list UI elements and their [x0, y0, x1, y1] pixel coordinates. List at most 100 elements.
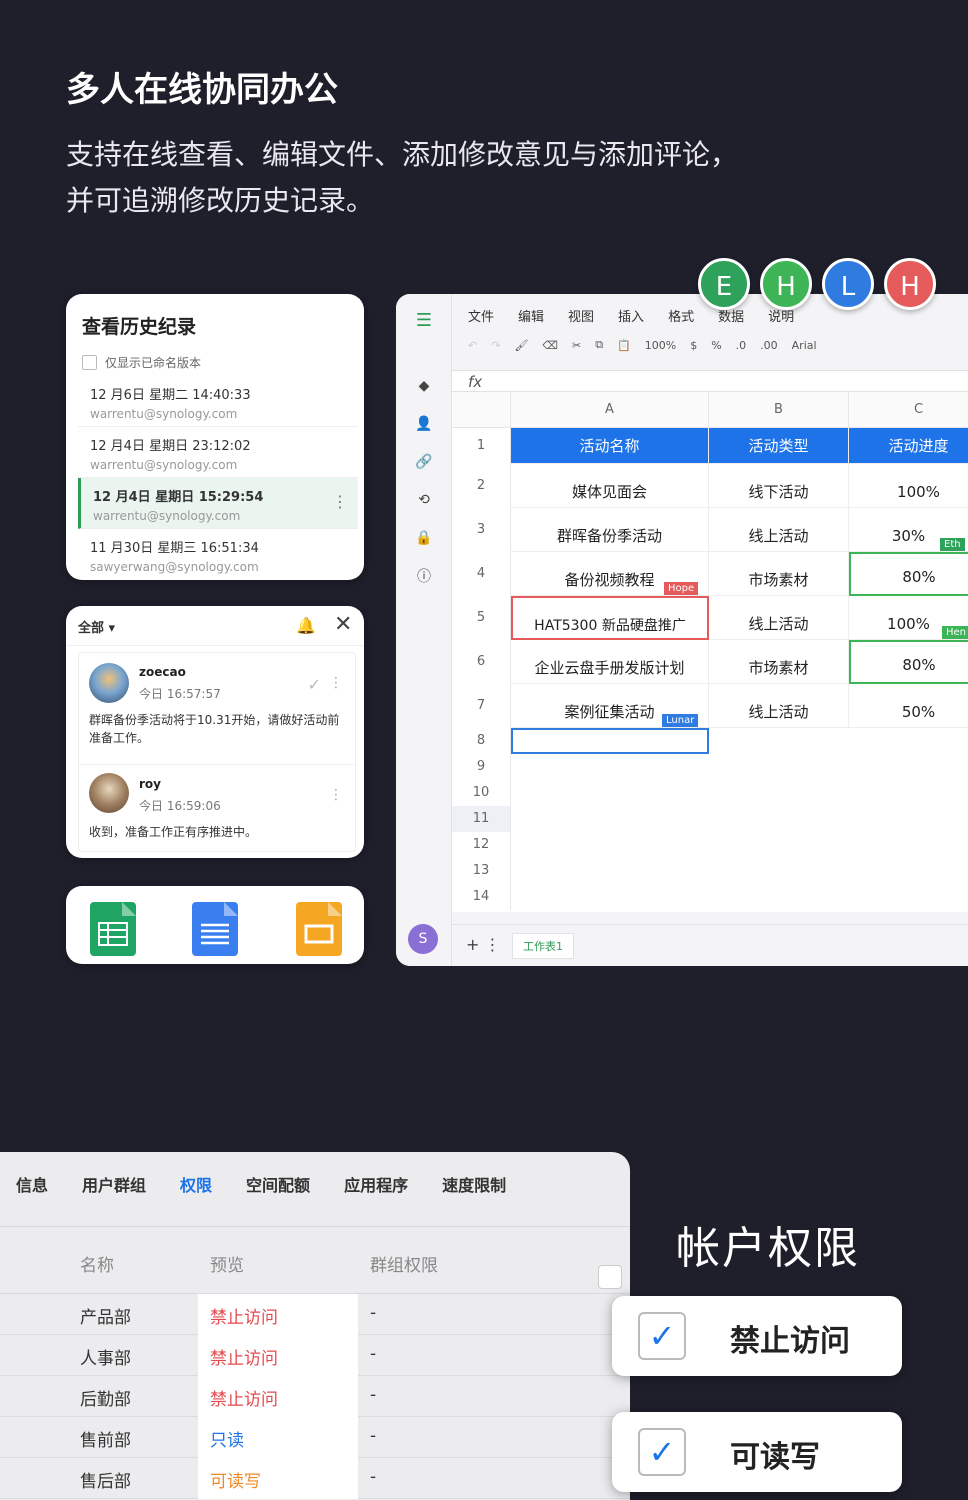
table-row[interactable]: 售后部 可读写 - [0, 1458, 630, 1499]
table-cell[interactable]: 线上活动 [709, 596, 849, 640]
menu-view[interactable]: 视图 [568, 306, 594, 325]
row-header[interactable]: 3 [452, 508, 511, 552]
row-header[interactable]: 14 [452, 884, 511, 910]
collaborator-avatar[interactable]: L [822, 258, 874, 310]
bell-icon[interactable]: 🔔 [296, 616, 316, 635]
formula-bar[interactable]: fx [452, 370, 968, 392]
tag-icon[interactable]: ◆ [414, 378, 434, 398]
history-icon[interactable]: ⟲ [414, 492, 434, 512]
table-cell[interactable]: 市场素材 [709, 640, 849, 684]
history-item-selected[interactable]: 12 月4日 星期日 15:29:54 warrentu@synology.co… [78, 478, 358, 529]
preview-permission[interactable]: 可读写 [198, 1458, 358, 1499]
table-cell[interactable]: 线上活动 [709, 508, 849, 552]
paint-format-icon[interactable]: 🖌 [514, 339, 528, 352]
row-header[interactable]: 6 [452, 640, 511, 684]
menu-insert[interactable]: 插入 [618, 306, 644, 325]
row-header[interactable]: 10 [452, 780, 511, 806]
collaborator-avatar[interactable]: E [698, 258, 750, 310]
decrease-decimal-button[interactable]: .0 [736, 339, 747, 352]
font-select[interactable]: Arial [792, 339, 817, 352]
column-header-b[interactable]: B [709, 392, 849, 428]
percent-button[interactable]: % [711, 339, 721, 352]
link-icon[interactable]: 🔗 [414, 454, 434, 474]
more-options-icon[interactable]: ⋮ [329, 787, 343, 803]
table-cell[interactable]: 企业云盘手册发版计划 [511, 640, 709, 684]
document-app-icon[interactable] [192, 902, 238, 956]
table-cell-selected[interactable] [511, 728, 709, 754]
header-cell[interactable]: 活动类型 [709, 428, 849, 464]
header-cell[interactable]: 活动进度 [849, 428, 968, 464]
row-header[interactable]: 8 [452, 728, 511, 754]
increase-decimal-button[interactable]: .00 [760, 339, 778, 352]
more-options-icon[interactable]: ⋮ [332, 492, 348, 511]
copy-icon[interactable]: ⧉ [595, 338, 603, 352]
eraser-icon[interactable]: ⌫ [542, 339, 558, 352]
share-user-icon[interactable]: 👤 [414, 416, 434, 436]
spreadsheet-app-icon[interactable] [90, 902, 136, 956]
table-cell[interactable]: 线上活动 [709, 684, 849, 728]
header-cell[interactable]: 活动名称 [511, 428, 709, 464]
tab-speed-limit[interactable]: 速度限制 [442, 1172, 506, 1196]
row-header[interactable]: 9 [452, 754, 511, 780]
lock-icon[interactable]: 🔒 [414, 530, 434, 550]
undo-icon[interactable]: ↶ [468, 339, 477, 352]
table-cell-selected[interactable]: 80% [849, 640, 968, 684]
table-cell[interactable]: 50% [849, 684, 968, 728]
cut-icon[interactable]: ✂ [572, 339, 581, 352]
table-cell-selected[interactable]: HAT5300 新品硬盘推广 [511, 596, 709, 640]
row-header[interactable]: 13 [452, 858, 511, 884]
redo-icon[interactable]: ↷ [491, 339, 500, 352]
history-item[interactable]: 12 月4日 星期日 23:12:02 warrentu@synology.co… [78, 427, 358, 478]
preview-permission[interactable]: 只读 [198, 1417, 358, 1458]
zoom-select[interactable]: 100% [645, 339, 676, 352]
table-cell[interactable]: 市场素材 [709, 552, 849, 596]
table-row[interactable]: 产品部 禁止访问 - [0, 1294, 630, 1335]
info-icon[interactable]: ⓘ [414, 566, 434, 586]
history-item[interactable]: 12 月6日 星期二 14:40:33 warrentu@synology.co… [78, 376, 358, 427]
menu-icon[interactable]: ☰ [414, 310, 434, 331]
column-header-c[interactable]: C [849, 392, 968, 428]
option-no-access[interactable]: ✓ 禁止访问 [612, 1296, 902, 1376]
tab-applications[interactable]: 应用程序 [344, 1172, 408, 1196]
tab-quota[interactable]: 空间配额 [246, 1172, 310, 1196]
checkbox-checked-icon[interactable]: ✓ [638, 1428, 686, 1476]
currency-button[interactable]: $ [690, 339, 697, 352]
option-read-write[interactable]: ✓ 可读写 [612, 1412, 902, 1492]
checkbox-box[interactable] [82, 355, 97, 370]
preview-permission[interactable]: 禁止访问 [198, 1294, 358, 1335]
history-item[interactable]: 11 月30日 星期三 16:51:34 sawyerwang@synology… [78, 529, 358, 580]
tab-user-groups[interactable]: 用户群组 [82, 1172, 146, 1196]
preview-permission[interactable]: 禁止访问 [198, 1335, 358, 1376]
collaborator-avatar[interactable]: H [760, 258, 812, 310]
table-cell-selected[interactable]: 80% [849, 552, 968, 596]
table-row[interactable]: 售前部 只读 - [0, 1417, 630, 1458]
named-versions-only-checkbox[interactable]: 仅显示已命名版本 [82, 354, 201, 371]
table-cell[interactable]: 线下活动 [709, 464, 849, 508]
column-header-a[interactable]: A [511, 392, 709, 428]
row-header[interactable]: 2 [452, 464, 511, 508]
add-sheet-icon[interactable]: + ⋮ [466, 935, 501, 954]
sheet-tab[interactable]: 工作表1 [512, 933, 574, 959]
row-header[interactable]: 7 [452, 684, 511, 728]
table-cell[interactable]: 100% [849, 464, 968, 508]
table-row[interactable]: 人事部 禁止访问 - [0, 1335, 630, 1376]
table-cell[interactable]: 媒体见面会 [511, 464, 709, 508]
user-badge[interactable]: S [408, 924, 438, 954]
slides-app-icon[interactable] [296, 902, 342, 956]
table-cell[interactable]: 群晖备份季活动 [511, 508, 709, 552]
table-row[interactable]: 后勤部 禁止访问 - [0, 1376, 630, 1417]
row-header[interactable]: 11 [452, 806, 511, 832]
select-all-checkbox[interactable] [598, 1265, 622, 1289]
row-header[interactable]: 1 [452, 428, 511, 464]
resolve-check-icon[interactable]: ✓ [308, 675, 321, 694]
comments-filter-dropdown[interactable]: 全部 ▾ [78, 617, 115, 636]
tab-info[interactable]: 信息 [16, 1172, 48, 1196]
collaborator-avatar[interactable]: H [884, 258, 936, 310]
menu-file[interactable]: 文件 [468, 306, 494, 325]
row-header[interactable]: 5 [452, 596, 511, 640]
menu-edit[interactable]: 编辑 [518, 306, 544, 325]
close-icon[interactable]: ✕ [334, 612, 352, 637]
more-options-icon[interactable]: ⋮ [329, 675, 343, 691]
checkbox-checked-icon[interactable]: ✓ [638, 1312, 686, 1360]
row-header[interactable]: 12 [452, 832, 511, 858]
